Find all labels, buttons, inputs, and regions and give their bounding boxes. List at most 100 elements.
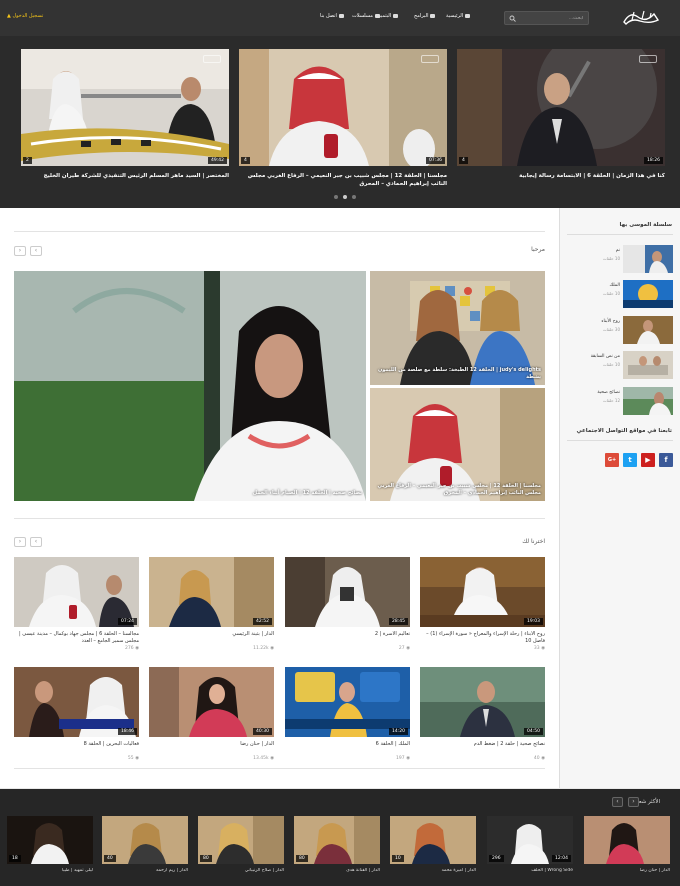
popular-card[interactable]: الدار | حنان رضا [584, 816, 670, 873]
video-card[interactable]: 14:20 الملك | الحلقة 6 ◉ 197 [285, 667, 410, 761]
series-thumbnail[interactable] [623, 351, 673, 379]
views-count: ◉ 33 [420, 646, 545, 651]
hero-title[interactable]: مجلسنا | الحلقة 12 | مجلس شبيب بن جبر ال… [239, 172, 447, 188]
video-title[interactable]: روح الأبناء | رحلة الإسراء والمعراج « سو… [420, 631, 545, 645]
nav-contact[interactable]: اتصل بنا [320, 13, 344, 19]
video-card[interactable]: 04:50 نصائح صحية | حلقة 2 | ضغط الدم ◉ 4… [420, 667, 545, 761]
hero-thumbnail[interactable]: 18:26 4 [457, 49, 665, 166]
video-thumbnail[interactable]: 28:45 [285, 557, 410, 627]
series-thumbnail[interactable] [623, 316, 673, 344]
arrow-next-button[interactable]: ‹ [612, 797, 623, 807]
hero-thumbnail[interactable]: 49:42 2 [21, 49, 229, 166]
arrow-next-button[interactable]: › [14, 537, 26, 547]
popular-card[interactable]: 80 الدار | الفنانة هدى [294, 816, 380, 873]
video-title[interactable]: الدار | صلاح الزنيباني [198, 868, 284, 873]
series-thumbnail[interactable] [623, 245, 673, 273]
series-item[interactable]: نصائح صحية 12 حلقات [567, 386, 675, 416]
carousel-dot-active[interactable] [343, 195, 347, 199]
video-thumbnail[interactable]: 10 [390, 816, 476, 864]
video-title[interactable]: ليلى تمهيد | طيبا [7, 868, 93, 873]
video-title[interactable]: الملك | الحلقة 6 [285, 741, 410, 755]
series-item[interactable]: الملك 10 حلقات [567, 279, 675, 309]
twitter-icon[interactable]: t [623, 453, 637, 467]
youtube-icon[interactable]: ▶ [641, 453, 655, 467]
nav-programs[interactable]: البرامج [414, 13, 436, 19]
featured-video-main[interactable]: نصائح صحية | الحلقة 12 | الصيام أثناء ال… [14, 271, 366, 501]
featured-caption[interactable]: مجلسنا | الحلقة 12 | مجلس شبيب بن جبر ال… [374, 483, 542, 497]
video-title[interactable]: مجالسنا – الحلقة 6 | مجلس جهاد بوكمال – … [14, 631, 139, 645]
arrow-prev-button[interactable]: ‹ [30, 537, 42, 547]
video-thumbnail[interactable] [584, 816, 670, 864]
series-item[interactable]: من نص السابقة 10 حلقات [567, 350, 675, 380]
popular-card[interactable]: 12:04 296 Wrong Side | الحلف [487, 816, 573, 873]
nav-films[interactable]: البثمين [377, 13, 399, 19]
login-link[interactable]: ▲ تسجيل الدخول [7, 13, 43, 19]
video-title[interactable]: نصائح صحية | حلقة 2 | ضغط الدم [420, 741, 545, 755]
video-thumbnail[interactable]: 40:30 [149, 667, 274, 737]
popular-card[interactable]: 10 الدار | أميرة محمد [390, 816, 476, 873]
series-name[interactable]: روح الأبناء [601, 319, 620, 324]
video-card[interactable]: 18:46 فعاليات البحرين | الحلقة 8 ◉ 55 [14, 667, 139, 761]
video-thumbnail[interactable]: 04:50 [420, 667, 545, 737]
googleplus-icon[interactable]: G+ [605, 453, 619, 467]
video-thumbnail[interactable]: 18:46 [14, 667, 139, 737]
video-thumbnail[interactable]: 12:04 296 [487, 816, 573, 864]
popular-card[interactable]: 18 ليلى تمهيد | طيبا [7, 816, 93, 873]
video-title[interactable]: الدار | حنان رضا [149, 741, 274, 755]
video-thumbnail[interactable]: 40 [102, 816, 188, 864]
series-item[interactable]: نم 10 حلقات [567, 244, 675, 274]
carousel-dot[interactable] [352, 195, 356, 199]
featured-caption[interactable]: judy's delights | الحلقة 12 الطبخة: سلطة… [374, 367, 541, 381]
video-card[interactable]: 40:30 الدار | حنان رضا ◉ 13.45k [149, 667, 274, 761]
nav-home[interactable]: الرئيسية [446, 13, 471, 19]
video-card[interactable]: 42:52 الدار | بثينة الرئيسي ◉ 11.22k [149, 557, 274, 651]
video-title[interactable]: الدار | الفنانة هدى [294, 868, 380, 873]
video-thumbnail[interactable]: 14:20 [285, 667, 410, 737]
video-thumbnail[interactable]: 80 [198, 816, 284, 864]
site-logo[interactable] [620, 8, 662, 26]
video-title[interactable]: الدار | بثينة الرئيسي [149, 631, 274, 645]
video-card[interactable]: 28:45 تعاليم الأسرة | 2 ◉ 27 [285, 557, 410, 651]
video-thumbnail[interactable]: 19:03 [420, 557, 545, 627]
video-title[interactable]: الدار | ريم ارحمه [102, 868, 188, 873]
video-card[interactable]: 19:03 روح الأبناء | رحلة الإسراء والمعرا… [420, 557, 545, 651]
video-thumbnail[interactable]: 42:52 [149, 557, 274, 627]
video-title[interactable]: Wrong Side | الحلف [487, 868, 573, 873]
featured-caption[interactable]: نصائح صحية | الحلقة 12 | الصيام أثناء ال… [18, 490, 362, 497]
series-name[interactable]: نم [616, 248, 620, 253]
arrow-next-button[interactable]: › [14, 246, 26, 256]
hero-thumbnail[interactable]: 07:36 4 [239, 49, 447, 166]
search-input[interactable] [521, 15, 583, 22]
video-card[interactable]: 07:24 مجالسنا – الحلقة 6 | مجلس جهاد بوك… [14, 557, 139, 651]
video-thumbnail[interactable]: 18 [7, 816, 93, 864]
series-thumbnail[interactable] [623, 387, 673, 415]
carousel-dot[interactable] [334, 195, 338, 199]
facebook-icon[interactable]: f [659, 453, 673, 467]
featured-video[interactable]: مجلسنا | الحلقة 12 | مجلس شبيب بن جبر ال… [370, 388, 545, 501]
search-box[interactable] [504, 11, 589, 25]
hero-slide[interactable]: 18:26 4 كنا في هذا الزمان | الحلقة 6 | ا… [457, 49, 665, 180]
nav-series[interactable]: مسلسلات [352, 13, 380, 19]
video-thumbnail[interactable]: 07:24 [14, 557, 139, 627]
arrow-prev-button[interactable]: › [628, 797, 639, 807]
search-icon[interactable] [509, 15, 516, 22]
hero-slide[interactable]: 49:42 2 المختصر | السيد ماهر المسلم الرئ… [21, 49, 229, 180]
video-thumbnail[interactable]: 80 [294, 816, 380, 864]
hero-title[interactable]: كنا في هذا الزمان | الحلقة 6 | الابتسامة… [457, 172, 665, 180]
video-title[interactable]: الدار | أميرة محمد [390, 868, 476, 873]
video-title[interactable]: الدار | حنان رضا [584, 868, 670, 873]
video-title[interactable]: تعاليم الأسرة | 2 [285, 631, 410, 645]
video-title[interactable]: فعاليات البحرين | الحلقة 8 [14, 741, 139, 755]
hero-slide[interactable]: 07:36 4 مجلسنا | الحلقة 12 | مجلس شبيب ب… [239, 49, 447, 188]
views-value: 11.22k [253, 646, 269, 651]
series-name[interactable]: من نص السابقة [591, 354, 620, 359]
featured-video[interactable]: judy's delights | الحلقة 12 الطبخة: سلطة… [370, 271, 545, 385]
hero-title[interactable]: المختصر | السيد ماهر المسلم الرئيس التنف… [21, 172, 229, 180]
popular-card[interactable]: 80 الدار | صلاح الزنيباني [198, 816, 284, 873]
series-item[interactable]: روح الأبناء 30 حلقات [567, 315, 675, 345]
popular-card[interactable]: 40 الدار | ريم ارحمه [102, 816, 188, 873]
arrow-prev-button[interactable]: ‹ [30, 246, 42, 256]
series-name[interactable]: الملك [609, 283, 620, 288]
series-name[interactable]: نصائح صحية [597, 390, 620, 395]
series-thumbnail[interactable] [623, 280, 673, 308]
